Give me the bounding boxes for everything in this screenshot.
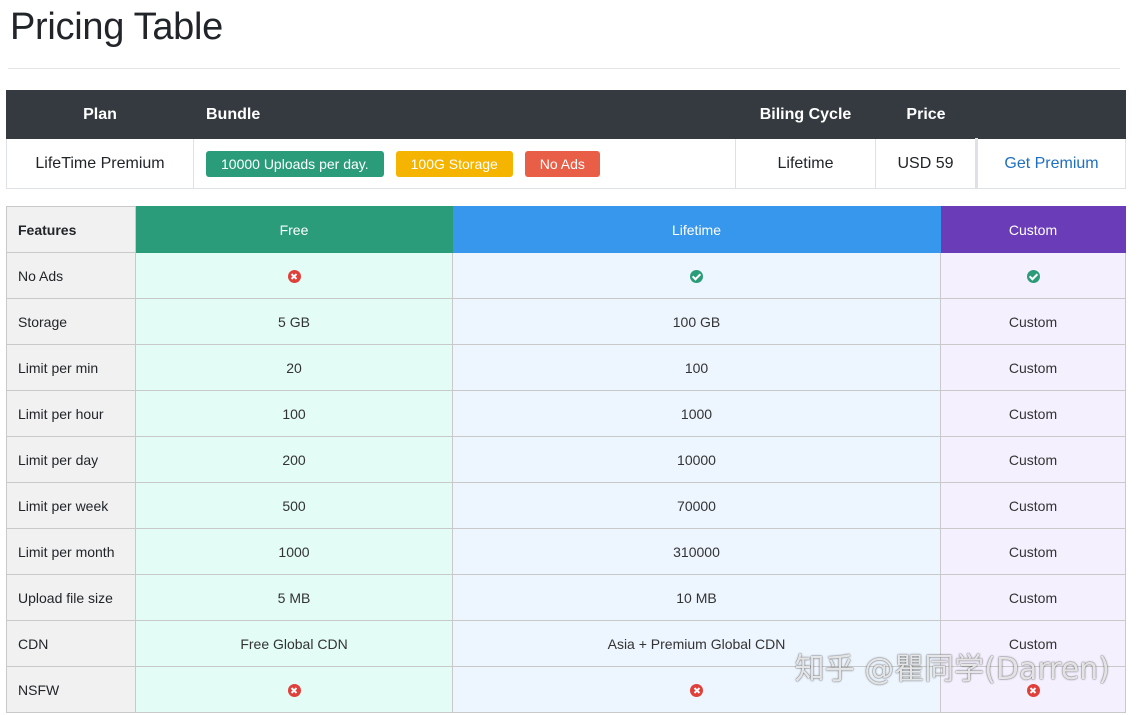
plan-table: Plan Bundle Biling Cycle Price LifeTime … — [6, 90, 1126, 189]
header-features: Features — [6, 206, 136, 253]
check-circle-icon — [690, 270, 703, 284]
badge-no-ads: No Ads — [524, 150, 600, 177]
cell-name: Limit per min — [6, 344, 136, 391]
cell-free: 20 — [135, 344, 453, 391]
cell-free: 5 GB — [135, 298, 453, 345]
features-table: Features Free Lifetime Custom No Ads Stor… — [6, 206, 1126, 713]
action-cell: Get Premium — [975, 138, 1126, 189]
x-circle-icon — [287, 270, 301, 284]
x-circle-icon — [287, 684, 301, 698]
cell-name: NSFW — [6, 666, 136, 713]
cell-lifetime: 1000 — [452, 390, 941, 437]
cell-lifetime — [452, 252, 941, 299]
cell-name: Upload file size — [6, 574, 136, 621]
header-action — [976, 90, 1126, 139]
cell-lifetime: 100 GB — [452, 298, 941, 345]
cell-name: CDN — [6, 620, 136, 667]
table-row: Limit per hour 100 1000 Custom — [6, 390, 1126, 437]
cell-lifetime — [452, 666, 941, 713]
plan-row: LifeTime Premium 10000 Uploads per day. 1… — [6, 138, 1126, 189]
cell-custom: Custom — [940, 298, 1126, 345]
get-premium-link[interactable]: Get Premium — [1004, 155, 1098, 172]
cell-custom: Custom — [940, 620, 1126, 667]
x-circle-icon — [690, 684, 703, 698]
table-row: Storage 5 GB 100 GB Custom — [6, 298, 1126, 345]
cell-custom: Custom — [940, 390, 1126, 437]
cell-lifetime: 100 — [452, 344, 941, 391]
header-bundle: Bundle — [193, 90, 736, 139]
header-lifetime: Lifetime — [452, 206, 941, 253]
cell-free — [135, 252, 453, 299]
cell-custom: Custom — [940, 344, 1126, 391]
header-price: Price — [875, 90, 977, 139]
cell-lifetime: 310000 — [452, 528, 941, 575]
table-row: Limit per day 200 10000 Custom — [6, 436, 1126, 483]
cell-free — [135, 666, 453, 713]
cell-custom — [940, 666, 1126, 713]
header-plan: Plan — [6, 90, 194, 139]
features-header: Features Free Lifetime Custom — [6, 206, 1126, 253]
cell-lifetime: 10 MB — [452, 574, 941, 621]
title-divider — [8, 68, 1120, 69]
plan-table-header: Plan Bundle Biling Cycle Price — [6, 90, 1126, 139]
cell-free: Free Global CDN — [135, 620, 453, 667]
cell-free: 100 — [135, 390, 453, 437]
header-billing-cycle: Biling Cycle — [735, 90, 876, 139]
cell-lifetime: 70000 — [452, 482, 941, 529]
check-circle-icon — [1026, 270, 1040, 284]
table-row: Limit per month 1000 310000 Custom — [6, 528, 1126, 575]
cell-free: 500 — [135, 482, 453, 529]
x-circle-icon — [1026, 684, 1040, 698]
badge-storage: 100G Storage — [395, 150, 513, 177]
cell-free: 5 MB — [135, 574, 453, 621]
cell-lifetime: 10000 — [452, 436, 941, 483]
cell-name: Limit per hour — [6, 390, 136, 437]
cell-name: Limit per week — [6, 482, 136, 529]
cell-name: Limit per day — [6, 436, 136, 483]
cell-custom — [940, 252, 1126, 299]
cell-free: 1000 — [135, 528, 453, 575]
bundle-badges: 10000 Uploads per day. 100G Storage No Ads — [193, 138, 736, 189]
cell-custom: Custom — [940, 482, 1126, 529]
cell-lifetime: Asia + Premium Global CDN — [452, 620, 941, 667]
cell-name: Limit per month — [6, 528, 136, 575]
cell-name: Storage — [6, 298, 136, 345]
table-row: Upload file size 5 MB 10 MB Custom — [6, 574, 1126, 621]
header-custom: Custom — [940, 206, 1126, 253]
cell-name: No Ads — [6, 252, 136, 299]
billing-cycle: Lifetime — [735, 138, 876, 189]
cell-free: 200 — [135, 436, 453, 483]
price: USD 59 — [875, 138, 977, 189]
cell-custom: Custom — [940, 574, 1126, 621]
badge-uploads: 10000 Uploads per day. — [206, 150, 384, 177]
header-free: Free — [135, 206, 453, 253]
table-row: Limit per min 20 100 Custom — [6, 344, 1126, 391]
page-title: Pricing Table — [10, 6, 223, 48]
table-row: Limit per week 500 70000 Custom — [6, 482, 1126, 529]
cell-custom: Custom — [940, 528, 1126, 575]
table-row: No Ads — [6, 252, 1126, 299]
plan-name: LifeTime Premium — [6, 138, 194, 189]
cell-custom: Custom — [940, 436, 1126, 483]
table-row: NSFW — [6, 666, 1126, 713]
table-row: CDN Free Global CDN Asia + Premium Global … — [6, 620, 1126, 667]
